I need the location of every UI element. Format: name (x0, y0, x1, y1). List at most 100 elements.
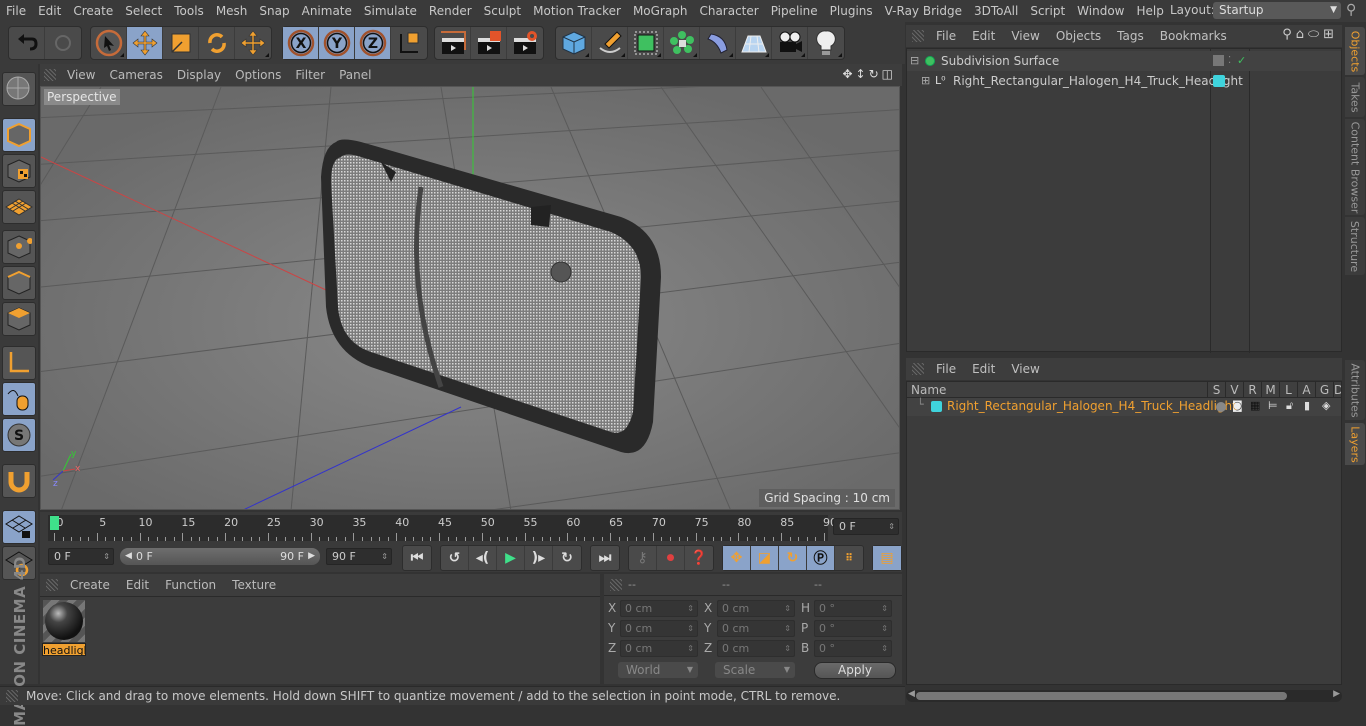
rotation-b-field[interactable]: 0 ° ⇕ (814, 640, 892, 657)
om-menu-objects[interactable]: Objects (1048, 29, 1109, 43)
transform-tool-button[interactable] (235, 27, 271, 59)
col-locked[interactable]: L (1279, 382, 1297, 398)
position-track-button[interactable]: ✥ (723, 546, 751, 570)
material-name[interactable]: headligl (42, 643, 86, 656)
position-x-field[interactable]: 0 cm ⇕ (620, 600, 698, 617)
y-axis-lock-button[interactable]: Y (319, 27, 355, 59)
menu-mograph[interactable]: MoGraph (627, 4, 694, 18)
animation-icon[interactable]: ▮ (1304, 399, 1310, 412)
spinner-icon[interactable]: ⇕ (888, 519, 895, 534)
collapse-icon[interactable]: ⊟ (910, 51, 919, 71)
menu-script[interactable]: Script (1024, 4, 1071, 18)
enable-axis-button[interactable] (2, 346, 36, 380)
undo-button[interactable] (9, 27, 45, 59)
tab-content-browser[interactable]: Content Browser (1345, 119, 1365, 215)
col-name[interactable]: Name (911, 383, 946, 397)
solo-toggle-icon[interactable] (1216, 402, 1226, 412)
om-menu-file[interactable]: File (928, 29, 964, 43)
col-animation[interactable]: A (1297, 382, 1315, 398)
om-menu-tags[interactable]: Tags (1109, 29, 1152, 43)
timeline-ruler[interactable]: 0 5 10 15 20 25 30 35 40 45 50 55 60 65 70 75 80 85 90 (48, 515, 837, 541)
polygons-mode-button[interactable] (2, 302, 36, 336)
manager-tree-icon[interactable]: ⊨ (1268, 399, 1278, 412)
layer-horizontal-scrollbar[interactable]: ◀ ▶ (906, 689, 1342, 702)
material-menu-function[interactable]: Function (157, 578, 224, 592)
spinner-icon[interactable]: ⇕ (881, 641, 888, 656)
search-icon[interactable]: ⚲ (1346, 2, 1356, 18)
editor-render-toggle-icon[interactable] (1213, 55, 1224, 66)
viewport-menu-cameras[interactable]: Cameras (102, 68, 169, 82)
menu-file[interactable]: File (0, 4, 32, 18)
camera-button[interactable] (772, 27, 808, 59)
pen-spline-button[interactable] (592, 27, 628, 59)
material-menu-edit[interactable]: Edit (118, 578, 157, 592)
layout-dropdown[interactable]: Startup ▼ (1213, 2, 1341, 19)
scale-track-button[interactable]: ◪ (751, 546, 779, 570)
menu-mesh[interactable]: Mesh (210, 4, 254, 18)
viewport-menu-panel[interactable]: Panel (332, 68, 378, 82)
material-menu-create[interactable]: Create (62, 578, 118, 592)
visibility-dots-icon[interactable]: ⁚ (1230, 71, 1233, 91)
workplane-mode-button[interactable] (2, 190, 36, 224)
menu-window[interactable]: Window (1071, 4, 1130, 18)
rotation-track-button[interactable]: ↻ (779, 546, 807, 570)
om-menu-edit[interactable]: Edit (964, 29, 1003, 43)
points-mode-button[interactable] (2, 230, 36, 264)
layer-name[interactable]: Right_Rectangular_Halogen_H4_Truck_Headl… (947, 399, 1237, 413)
spinner-icon[interactable]: ⇕ (881, 621, 888, 636)
lm-menu-file[interactable]: File (928, 362, 964, 376)
light-button[interactable] (808, 27, 844, 59)
spinner-icon[interactable]: ⇕ (784, 601, 791, 616)
keyframe-selection-button[interactable]: ❓ (685, 546, 713, 570)
model-mode-button[interactable] (2, 118, 36, 152)
size-y-field[interactable]: 0 cm ⇕ (717, 620, 795, 637)
previous-frame-button[interactable]: ◂( (469, 546, 497, 570)
make-editable-button[interactable] (2, 72, 36, 106)
parameter-track-button[interactable]: Ⓟ (807, 546, 835, 570)
end-frame-field[interactable]: 90 F ⇕ (326, 548, 392, 565)
frame-range-slider[interactable]: ◀ 0 F 90 F ▶ (120, 548, 320, 565)
redo-button[interactable] (45, 27, 81, 59)
coordinate-mode-dropdown[interactable]: World ▼ (618, 662, 698, 678)
menu-render[interactable]: Render (423, 4, 478, 18)
render-clapper-icon[interactable]: ▦ (1250, 399, 1260, 412)
z-axis-lock-button[interactable]: Z (355, 27, 391, 59)
range-left-arrow-icon[interactable]: ◀ (125, 548, 132, 565)
maximize-view-icon[interactable]: ◫ (882, 67, 896, 81)
search-icon[interactable]: ⚲ (1282, 27, 1296, 42)
expand-icon[interactable]: ⊞ (921, 71, 930, 91)
generator-icon[interactable]: ◈ (1322, 399, 1330, 412)
panel-grip[interactable] (610, 579, 622, 591)
play-button[interactable]: ▶ (497, 546, 525, 570)
next-key-button[interactable]: ↻ (553, 546, 581, 570)
tab-layers[interactable]: Layers (1345, 423, 1365, 465)
col-view[interactable]: V (1225, 382, 1243, 398)
home-icon[interactable]: ⌂ (1296, 27, 1308, 42)
range-right-arrow-icon[interactable]: ▶ (308, 548, 315, 565)
enabled-check-icon[interactable]: ✓ (1237, 51, 1246, 71)
layer-row[interactable]: └ Right_Rectangular_Halogen_H4_Truck_Hea… (907, 398, 1341, 416)
scale-tool-button[interactable] (163, 27, 199, 59)
previous-key-button[interactable]: ↺ (441, 546, 469, 570)
locked-workplane-button[interactable] (2, 510, 36, 544)
menu-edit[interactable]: Edit (32, 4, 67, 18)
render-view-button[interactable] (435, 27, 471, 59)
texture-mode-button[interactable] (2, 154, 36, 188)
tab-structure[interactable]: Structure (1345, 217, 1365, 275)
visibility-dots-icon[interactable]: ⁚ (1228, 51, 1231, 71)
viewport-menu-display[interactable]: Display (170, 68, 228, 82)
menu-simulate[interactable]: Simulate (358, 4, 423, 18)
scroll-left-icon[interactable]: ◀ (908, 689, 915, 699)
current-frame-field[interactable]: 0 F ⇕ (833, 518, 899, 535)
spinner-icon[interactable]: ⇕ (381, 549, 388, 564)
spinner-icon[interactable]: ⇕ (687, 641, 694, 656)
rotate-tool-button[interactable] (199, 27, 235, 59)
om-menu-view[interactable]: View (1003, 29, 1047, 43)
deformer-button[interactable] (700, 27, 736, 59)
position-z-field[interactable]: 0 cm ⇕ (620, 640, 698, 657)
panel-grip[interactable] (6, 690, 18, 702)
start-frame-field[interactable]: 0 F ⇕ (48, 548, 114, 565)
magnet-button[interactable] (2, 464, 36, 498)
spinner-icon[interactable]: ⇕ (687, 621, 694, 636)
material-swatch[interactable] (43, 600, 85, 642)
